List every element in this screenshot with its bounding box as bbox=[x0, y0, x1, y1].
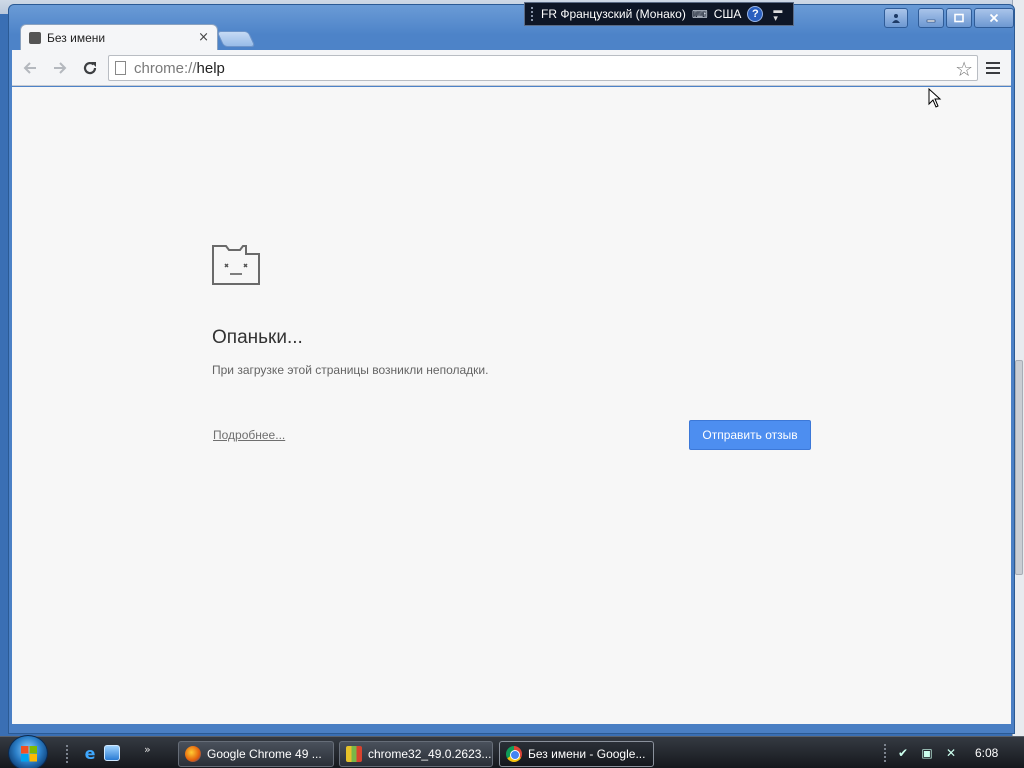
chrome-icon bbox=[506, 746, 522, 762]
taskbar-button-chrome32-archive[interactable]: chrome32_49.0.2623.... bbox=[339, 741, 493, 767]
bookmark-star-icon[interactable]: ☆ bbox=[955, 57, 973, 81]
help-icon[interactable]: ? bbox=[747, 6, 764, 22]
quicklaunch-grip[interactable] bbox=[66, 745, 69, 763]
mouse-cursor-icon bbox=[928, 88, 942, 108]
network-icon[interactable]: ▣ bbox=[919, 745, 935, 761]
address-bar[interactable]: chrome://help ☆ bbox=[108, 55, 978, 81]
reload-button[interactable] bbox=[78, 56, 102, 80]
close-button[interactable] bbox=[974, 8, 1014, 28]
back-button[interactable] bbox=[18, 56, 42, 80]
sad-tab-favicon-icon bbox=[29, 31, 41, 44]
internet-explorer-icon[interactable]: e bbox=[82, 744, 98, 763]
taskbar-button-google-chrome-49[interactable]: Google Chrome 49 ... bbox=[178, 741, 334, 767]
keyboard-layout[interactable]: США bbox=[714, 7, 742, 21]
browser-toolbar: chrome://help ☆ bbox=[12, 50, 1011, 86]
send-feedback-button[interactable]: Отправить отзыв bbox=[689, 420, 811, 450]
sad-folder-icon bbox=[212, 245, 260, 285]
input-language[interactable]: FR Французский (Монако) bbox=[541, 7, 686, 21]
taskbar-button-label: chrome32_49.0.2623.... bbox=[368, 747, 493, 761]
quicklaunch-more-icon[interactable]: » bbox=[144, 743, 151, 756]
forward-button[interactable] bbox=[48, 56, 72, 80]
security-check-icon[interactable]: ✔ bbox=[895, 745, 911, 761]
maximize-icon bbox=[954, 13, 964, 23]
window-caption-buttons bbox=[884, 8, 1014, 30]
language-bar[interactable]: FR Французский (Монако) ⌨ США ? ▬ ▾ bbox=[524, 2, 794, 26]
tab-untitled[interactable]: Без имени × bbox=[20, 24, 218, 50]
error-heading: Опаньки... bbox=[212, 327, 303, 348]
arrow-left-icon bbox=[23, 61, 36, 74]
firefox-icon bbox=[185, 746, 201, 762]
details-link[interactable]: Подробнее... bbox=[213, 428, 285, 442]
tab-title: Без имени bbox=[47, 30, 106, 45]
grip-handle[interactable] bbox=[531, 7, 535, 21]
show-desktop-icon[interactable] bbox=[104, 745, 120, 761]
url-text[interactable]: chrome://help bbox=[134, 60, 225, 77]
taskbar: e » Google Chrome 49 ... chrome32_49.0.2… bbox=[0, 735, 1024, 768]
taskbar-button-untitled-chrome[interactable]: Без имени - Google... bbox=[499, 741, 654, 767]
minimize-button[interactable] bbox=[918, 8, 944, 28]
chrome-menu-button[interactable] bbox=[984, 59, 1002, 77]
url-path: help bbox=[196, 59, 225, 77]
system-tray: ✔ ▣ ✕ 6:08 bbox=[880, 737, 1024, 768]
archive-icon bbox=[346, 746, 362, 762]
taskbar-button-label: Google Chrome 49 ... bbox=[207, 747, 322, 761]
arrow-right-icon bbox=[54, 61, 67, 74]
clock[interactable]: 6:08 bbox=[975, 746, 998, 760]
volume-muted-icon[interactable]: ✕ bbox=[943, 745, 959, 761]
user-icon[interactable] bbox=[884, 8, 908, 28]
url-scheme: chrome:// bbox=[134, 59, 197, 77]
reload-icon bbox=[83, 61, 97, 74]
taskbar-button-label: Без имени - Google... bbox=[528, 747, 646, 761]
minimize-icon bbox=[926, 19, 936, 23]
new-tab-button[interactable] bbox=[216, 31, 256, 47]
page-content: Опаньки... При загрузке этой страницы во… bbox=[12, 87, 1011, 724]
maximize-button[interactable] bbox=[946, 8, 972, 28]
error-message: При загрузке этой страницы возникли непо… bbox=[212, 363, 489, 377]
keyboard-icon: ⌨ bbox=[691, 8, 708, 21]
scrollbar-thumb[interactable] bbox=[1015, 360, 1023, 575]
start-button[interactable] bbox=[8, 735, 48, 768]
tab-close-icon[interactable]: × bbox=[198, 30, 209, 45]
tray-grip[interactable] bbox=[884, 744, 887, 762]
chevron-down-icon[interactable]: ▬ ▾ bbox=[773, 6, 782, 23]
close-icon bbox=[989, 13, 999, 23]
page-icon bbox=[115, 61, 126, 75]
